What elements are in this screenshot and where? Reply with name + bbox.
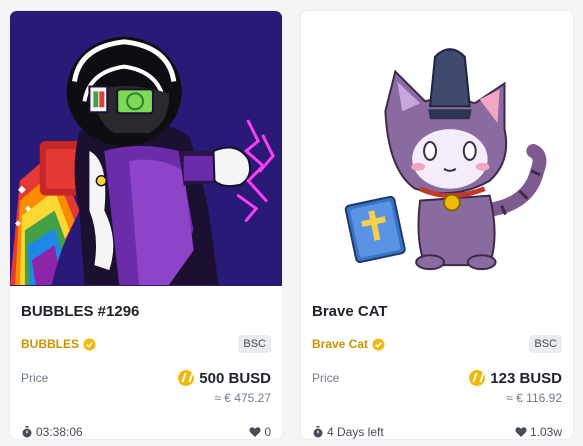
price-value: 123 BUSD <box>469 370 562 387</box>
like-count: 0 <box>264 425 271 439</box>
nft-image-brave-cat[interactable] <box>301 11 573 286</box>
verified-badge-icon <box>372 337 385 351</box>
busd-coin-icon <box>178 370 195 386</box>
chain-badge: BSC <box>238 335 271 353</box>
price-amount: 500 BUSD <box>199 369 271 387</box>
collection-name[interactable]: BUBBLES <box>21 337 79 351</box>
countdown: 03:38:06 <box>21 425 83 439</box>
stopwatch-icon <box>22 426 32 438</box>
fiat-price: ≈ € 116.92 <box>506 391 562 405</box>
stopwatch-icon <box>313 426 323 438</box>
price-value: 500 BUSD <box>178 370 271 387</box>
collection-name[interactable]: Brave Cat <box>312 337 368 351</box>
nft-title[interactable]: BUBBLES #1296 <box>21 302 271 322</box>
brave-cat-artwork <box>301 12 573 285</box>
nft-image-bubbles[interactable] <box>10 11 282 286</box>
heart-icon[interactable] <box>515 426 527 438</box>
busd-coin-icon <box>469 370 486 386</box>
like-button[interactable]: 0 <box>249 425 271 439</box>
collection-link[interactable]: BUBBLES <box>21 337 96 351</box>
time-remaining: 4 Days left <box>327 425 384 439</box>
time-remaining: 03:38:06 <box>36 425 83 439</box>
fiat-price: ≈ € 475.27 <box>214 391 271 405</box>
like-count: 1.03w <box>529 425 562 439</box>
price-label: Price <box>21 371 49 385</box>
verified-badge-icon <box>83 337 96 351</box>
nft-card-brave-cat[interactable]: Brave CAT Brave Cat BSC Price 123 BUSD ≈… <box>300 10 574 440</box>
price-label: Price <box>312 371 340 385</box>
price-amount: 123 BUSD <box>490 369 562 387</box>
collection-link[interactable]: Brave Cat <box>312 337 385 351</box>
nft-title[interactable]: Brave CAT <box>312 302 562 322</box>
astronaut-artwork <box>10 12 282 285</box>
countdown: 4 Days left <box>312 425 384 439</box>
heart-icon[interactable] <box>249 426 261 438</box>
like-button[interactable]: 1.03w <box>515 425 562 439</box>
chain-badge: BSC <box>529 335 562 353</box>
nft-card-bubbles[interactable]: BUBBLES #1296 BUBBLES BSC Price 500 BUSD… <box>9 10 283 440</box>
